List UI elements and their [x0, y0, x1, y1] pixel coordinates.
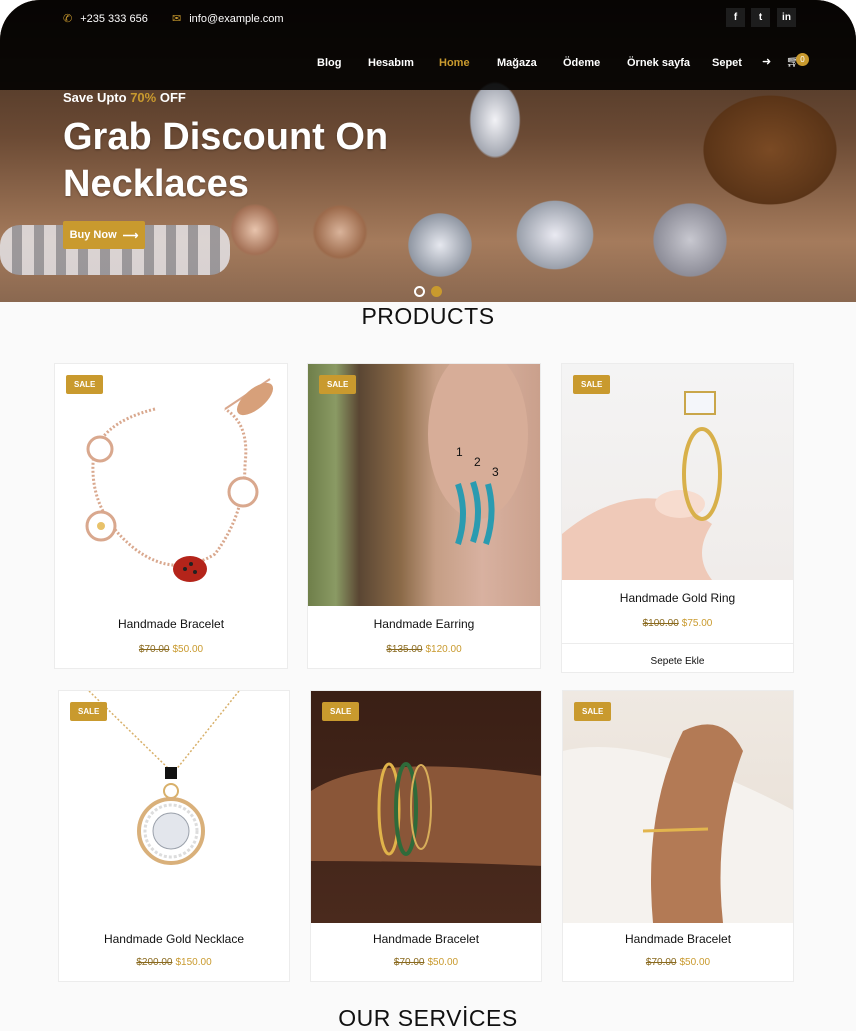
old-price: $70.00	[645, 957, 677, 968]
carousel-dot-2[interactable]	[431, 286, 442, 297]
facebook-icon[interactable]: f	[726, 8, 745, 27]
product-price: $70.00 $50.00	[311, 957, 541, 968]
carousel-dots	[414, 286, 442, 297]
new-price: $50.00	[679, 957, 711, 968]
hero-promo-text: Save Upto 70% OFF	[63, 90, 186, 105]
product-image-arm-bracelet[interactable]	[563, 691, 793, 923]
services-title: OUR SERVİCES	[338, 1005, 518, 1031]
products-title: PRODUCTS	[361, 303, 495, 329]
old-price: $70.00	[138, 644, 170, 655]
buy-now-button[interactable]: Buy Now ⟶	[63, 221, 145, 249]
new-price: $50.00	[172, 644, 204, 655]
add-to-cart-button[interactable]: Sepete Ekle	[562, 643, 793, 667]
new-price: $150.00	[175, 957, 212, 968]
nav-item-blog[interactable]: Blog	[317, 57, 341, 69]
hero-promo-percent: 70%	[130, 90, 157, 105]
header-bar: ✆ +235 333 656 ✉ info@example.com f t in…	[0, 0, 856, 90]
svg-text:3: 3	[492, 465, 499, 479]
new-price: $75.00	[681, 618, 713, 629]
ring-image	[562, 391, 722, 580]
nav-item-sepet[interactable]: Sepet	[712, 57, 742, 69]
product-card-5[interactable]: SALE Handmade Bracelet $70.00 $50.00	[310, 690, 542, 982]
product-card-3[interactable]: SALE Handmade Gold Ring $100.00 $75.00 Se…	[561, 363, 794, 673]
sale-badge: SALE	[70, 702, 108, 721]
linkedin-icon[interactable]: in	[777, 8, 796, 27]
phone-icon: ✆	[63, 13, 73, 25]
envelope-icon: ✉	[172, 13, 182, 25]
sale-badge: SALE	[319, 375, 357, 394]
product-card-6[interactable]: SALE Handmade Bracelet $70.00 $50.00	[562, 690, 794, 982]
old-price: $200.00	[136, 957, 173, 968]
product-name[interactable]: Handmade Bracelet	[563, 932, 793, 946]
nav-item-hesabim[interactable]: Hesabım	[368, 57, 414, 69]
product-image-earring[interactable]: 1 2 3	[308, 364, 540, 606]
hero-headline: Grab Discount On Necklaces	[63, 116, 389, 205]
nav-item-ornek-sayfa[interactable]: Örnek sayfa	[627, 57, 690, 69]
svg-text:1: 1	[456, 445, 463, 459]
product-price: $200.00 $150.00	[59, 957, 289, 968]
product-price: $70.00 $50.00	[55, 644, 287, 655]
necklace-image	[88, 691, 240, 865]
product-name[interactable]: Handmade Earring	[308, 617, 540, 631]
old-price: $70.00	[393, 957, 425, 968]
product-name[interactable]: Handmade Bracelet	[311, 932, 541, 946]
product-card-1[interactable]: SALE Handmade Bracelet $70.00 $50.00	[54, 363, 288, 669]
svg-text:2: 2	[474, 455, 481, 469]
product-price: $135.00 $120.00	[308, 644, 540, 655]
cart-count-badge: 0	[796, 53, 809, 66]
twitter-icon[interactable]: t	[751, 8, 770, 27]
product-image-necklace[interactable]	[59, 691, 289, 919]
old-price: $100.00	[642, 618, 679, 629]
product-price: $70.00 $50.00	[563, 957, 793, 968]
login-icon[interactable]: ➜	[762, 55, 771, 68]
wrist-bracelet-image	[311, 762, 541, 866]
product-name[interactable]: Handmade Gold Ring	[562, 591, 793, 605]
product-name[interactable]: Handmade Gold Necklace	[59, 932, 289, 946]
sale-badge: SALE	[66, 375, 104, 394]
nav-item-magaza[interactable]: Mağaza	[497, 57, 537, 69]
contact-phone[interactable]: ✆ +235 333 656	[63, 12, 148, 26]
product-card-2[interactable]: 1 2 3 SALE Handmade Earring $135.00 $120.…	[307, 363, 541, 669]
product-image-ring[interactable]	[562, 364, 793, 580]
sale-badge: SALE	[574, 702, 612, 721]
page-frame: Save Upto 70% OFF Grab Discount On Neckl…	[0, 0, 856, 1031]
nav-item-home[interactable]: Home	[439, 57, 470, 69]
product-image-bracelet[interactable]	[55, 364, 287, 604]
product-price: $100.00 $75.00	[562, 618, 793, 629]
sale-badge: SALE	[322, 702, 360, 721]
carousel-dot-1[interactable]	[414, 286, 425, 297]
new-price: $50.00	[427, 957, 459, 968]
contact-email[interactable]: ✉ info@example.com	[172, 12, 284, 26]
earring-image: 1 2 3	[428, 364, 528, 545]
new-price: $120.00	[425, 644, 462, 655]
product-name[interactable]: Handmade Bracelet	[55, 617, 287, 631]
arrow-right-icon: ⟶	[122, 229, 139, 242]
old-price: $135.00	[386, 644, 423, 655]
product-card-4[interactable]: SALE Handmade Gold Necklace $200.00 $150.…	[58, 690, 290, 982]
arm-bracelet-image	[563, 724, 793, 923]
nav-item-odeme[interactable]: Ödeme	[563, 57, 600, 69]
product-image-wrist-bracelet[interactable]	[311, 691, 541, 923]
bracelet-image	[85, 378, 274, 582]
sale-badge: SALE	[573, 375, 611, 394]
